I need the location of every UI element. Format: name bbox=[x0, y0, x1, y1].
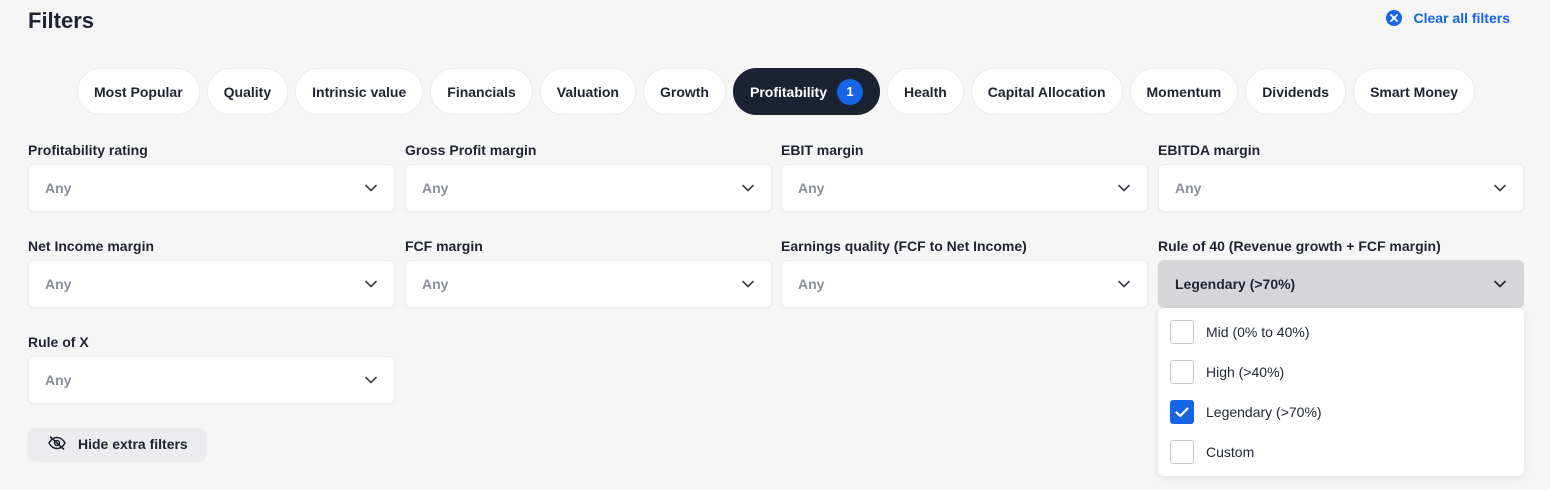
option-label: Custom bbox=[1206, 444, 1255, 460]
profitability-rating-select[interactable]: Any bbox=[28, 164, 395, 212]
option-label: Mid (0% to 40%) bbox=[1206, 324, 1310, 340]
checkbox[interactable] bbox=[1170, 320, 1194, 344]
dropdown-option-mid[interactable]: Mid (0% to 40%) bbox=[1158, 312, 1524, 352]
tab-health[interactable]: Health bbox=[887, 68, 964, 115]
filter-label: Net Income margin bbox=[28, 238, 155, 254]
chevron-down-icon bbox=[1493, 277, 1507, 291]
filter-label: Earnings quality (FCF to Net Income) bbox=[781, 238, 1027, 254]
filter-label: EBIT margin bbox=[781, 142, 864, 158]
hide-extra-filters-label: Hide extra filters bbox=[78, 436, 188, 452]
filter-fcf-margin: FCF margin Any bbox=[405, 236, 772, 308]
page-title: Filters bbox=[28, 8, 95, 33]
filter-profitability-rating: Profitability rating Any bbox=[28, 140, 395, 212]
tab-label: Capital Allocation bbox=[987, 83, 1106, 100]
option-label: High (>40%) bbox=[1206, 364, 1285, 380]
tab-label: Smart Money bbox=[1370, 83, 1459, 100]
fcf-margin-select[interactable]: Any bbox=[405, 260, 772, 308]
chevron-down-icon bbox=[741, 181, 755, 195]
net-income-margin-select[interactable]: Any bbox=[28, 260, 395, 308]
hide-extra-filters-button[interactable]: Hide extra filters bbox=[28, 428, 206, 460]
tab-quality[interactable]: Quality bbox=[206, 68, 289, 115]
clear-all-filters-label: Clear all filters bbox=[1413, 10, 1511, 26]
tab-valuation[interactable]: Valuation bbox=[539, 68, 636, 115]
dropdown-option-custom[interactable]: Custom bbox=[1158, 432, 1524, 472]
close-circle-icon bbox=[1385, 10, 1402, 26]
filter-rule-of-x: Rule of X Any bbox=[28, 332, 395, 404]
tab-capital-allocation[interactable]: Capital Allocation bbox=[970, 68, 1123, 115]
tab-growth[interactable]: Growth bbox=[642, 68, 726, 115]
tab-smart-money[interactable]: Smart Money bbox=[1353, 68, 1476, 115]
ebit-margin-select[interactable]: Any bbox=[781, 164, 1148, 212]
filter-label: Profitability rating bbox=[28, 142, 148, 158]
filter-net-income-margin: Net Income margin Any bbox=[28, 236, 395, 308]
tab-label: Financials bbox=[447, 83, 516, 100]
chevron-down-icon bbox=[1117, 181, 1131, 195]
checkmark-icon bbox=[1175, 406, 1189, 417]
tab-label: Health bbox=[904, 83, 947, 100]
tab-label: Intrinsic value bbox=[312, 83, 407, 100]
filter-gross-profit-margin: Gross Profit margin Any bbox=[405, 140, 772, 212]
chevron-down-icon bbox=[364, 373, 378, 387]
tab-label: Dividends bbox=[1262, 83, 1330, 100]
select-value: Any bbox=[45, 372, 72, 388]
tab-label: Valuation bbox=[556, 83, 619, 100]
select-value: Any bbox=[45, 276, 72, 292]
rule-of-40-dropdown-menu: Mid (0% to 40%) High (>40%) Legendary (>… bbox=[1158, 308, 1524, 476]
clear-all-filters-button[interactable]: Clear all filters bbox=[1385, 10, 1511, 26]
dropdown-option-legendary[interactable]: Legendary (>70%) bbox=[1158, 392, 1524, 432]
checkbox[interactable] bbox=[1170, 360, 1194, 384]
filter-rule-of-40: Rule of 40 (Revenue growth + FCF margin)… bbox=[1158, 236, 1524, 308]
filter-earnings-quality: Earnings quality (FCF to Net Income) Any bbox=[781, 236, 1148, 308]
chevron-down-icon bbox=[1117, 277, 1131, 291]
tab-momentum[interactable]: Momentum bbox=[1129, 68, 1239, 115]
chevron-down-icon bbox=[364, 277, 378, 291]
filter-ebit-margin: EBIT margin Any bbox=[781, 140, 1148, 212]
select-value: Any bbox=[798, 180, 825, 196]
rule-of-40-select[interactable]: Legendary (>70%) bbox=[1158, 260, 1524, 308]
filter-label: Rule of 40 (Revenue growth + FCF margin) bbox=[1158, 238, 1441, 254]
tab-financials[interactable]: Financials bbox=[430, 68, 533, 115]
filter-label: Gross Profit margin bbox=[405, 142, 537, 158]
eye-off-icon bbox=[48, 435, 66, 453]
checkbox[interactable] bbox=[1170, 440, 1194, 464]
chevron-down-icon bbox=[1493, 181, 1507, 195]
active-filter-count-badge: 1 bbox=[837, 78, 863, 105]
tab-most-popular[interactable]: Most Popular bbox=[76, 68, 200, 115]
tab-profitability[interactable]: Profitability 1 bbox=[732, 68, 880, 115]
select-value: Legendary (>70%) bbox=[1175, 276, 1296, 292]
tab-label: Momentum bbox=[1146, 83, 1222, 100]
dropdown-option-high[interactable]: High (>40%) bbox=[1158, 352, 1524, 392]
option-label: Legendary (>70%) bbox=[1206, 404, 1322, 420]
filter-label: FCF margin bbox=[405, 238, 483, 254]
tab-label: Profitability bbox=[749, 83, 827, 100]
earnings-quality-select[interactable]: Any bbox=[781, 260, 1148, 308]
filter-label: EBITDA margin bbox=[1158, 142, 1261, 158]
filter-ebitda-margin: EBITDA margin Any bbox=[1158, 140, 1524, 212]
select-value: Any bbox=[45, 180, 72, 196]
ebitda-margin-select[interactable]: Any bbox=[1158, 164, 1524, 212]
select-value: Any bbox=[798, 276, 825, 292]
select-value: Any bbox=[422, 276, 449, 292]
chevron-down-icon bbox=[364, 181, 378, 195]
gross-profit-margin-select[interactable]: Any bbox=[405, 164, 772, 212]
filter-category-tabs: Most Popular Quality Intrinsic value Fin… bbox=[0, 68, 1550, 115]
select-value: Any bbox=[1175, 180, 1202, 196]
tab-dividends[interactable]: Dividends bbox=[1245, 68, 1347, 115]
tab-label: Quality bbox=[223, 83, 272, 100]
rule-of-x-select[interactable]: Any bbox=[28, 356, 395, 404]
checkbox-checked[interactable] bbox=[1170, 400, 1194, 424]
tab-label: Growth bbox=[659, 83, 709, 100]
select-value: Any bbox=[422, 180, 449, 196]
tab-intrinsic-value[interactable]: Intrinsic value bbox=[295, 68, 424, 115]
tab-label: Most Popular bbox=[93, 83, 183, 100]
filter-label: Rule of X bbox=[28, 334, 89, 350]
chevron-down-icon bbox=[741, 277, 755, 291]
